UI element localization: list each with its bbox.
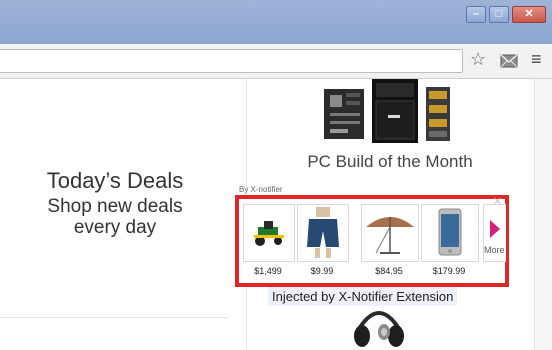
minimize-icon: – xyxy=(472,8,480,20)
browser-toolbar: ☆ ≡ xyxy=(0,44,552,79)
product-price: $84.95 xyxy=(375,266,403,276)
divider xyxy=(0,317,228,318)
window-titlebar: – □ ✕ xyxy=(0,0,552,44)
pc-build-image[interactable] xyxy=(318,79,458,145)
close-widget-icon[interactable]: ✕ xyxy=(493,195,502,208)
deals-subtitle-line: Shop new deals xyxy=(47,196,183,217)
product-card-umbrella[interactable] xyxy=(361,204,419,262)
product-card-phone[interactable] xyxy=(421,204,479,262)
arrow-right-icon xyxy=(490,220,500,238)
product-card-mower[interactable] xyxy=(243,204,295,262)
deals-subtitle: Shop new deals every day xyxy=(0,196,230,238)
pc-build-title[interactable]: PC Build of the Month xyxy=(290,152,490,172)
more-products-button[interactable]: More xyxy=(483,204,506,262)
page-right-edge xyxy=(534,79,552,350)
deals-subtitle-line: every day xyxy=(73,217,157,238)
smartphone-image xyxy=(438,208,462,256)
product-card-shorts[interactable] xyxy=(297,204,349,262)
close-button[interactable]: ✕ xyxy=(512,6,546,23)
menu-icon[interactable]: ≡ xyxy=(531,50,542,68)
headphones-image[interactable] xyxy=(352,294,406,350)
x-notifier-widget: $1,499 $9.99 $84.95 $179.99 More ✕ xyxy=(235,195,509,287)
product-price: $1,499 xyxy=(254,266,282,276)
shorts-image xyxy=(307,207,339,258)
mail-extension-icon[interactable] xyxy=(500,53,518,69)
umbrella-image xyxy=(366,217,414,254)
more-label: More xyxy=(484,245,505,255)
product-price: $179.99 xyxy=(432,266,466,276)
mower-image xyxy=(254,221,284,246)
deals-title: Today’s Deals xyxy=(46,168,184,193)
close-icon: ✕ xyxy=(524,8,534,20)
maximize-button[interactable]: □ xyxy=(489,6,509,23)
minimize-button[interactable]: – xyxy=(466,6,486,23)
deals-panel[interactable]: Today’s Deals Shop new deals every day xyxy=(0,79,230,350)
page-content: Today’s Deals Shop new deals every day P… xyxy=(0,79,552,350)
extension-attribution: By X-notifier xyxy=(239,185,283,194)
product-price: $9.99 xyxy=(310,266,334,276)
address-bar[interactable] xyxy=(0,49,463,73)
bookmark-star-icon[interactable]: ☆ xyxy=(470,50,486,68)
maximize-icon: □ xyxy=(495,8,503,20)
window-controls: – □ ✕ xyxy=(466,6,546,23)
